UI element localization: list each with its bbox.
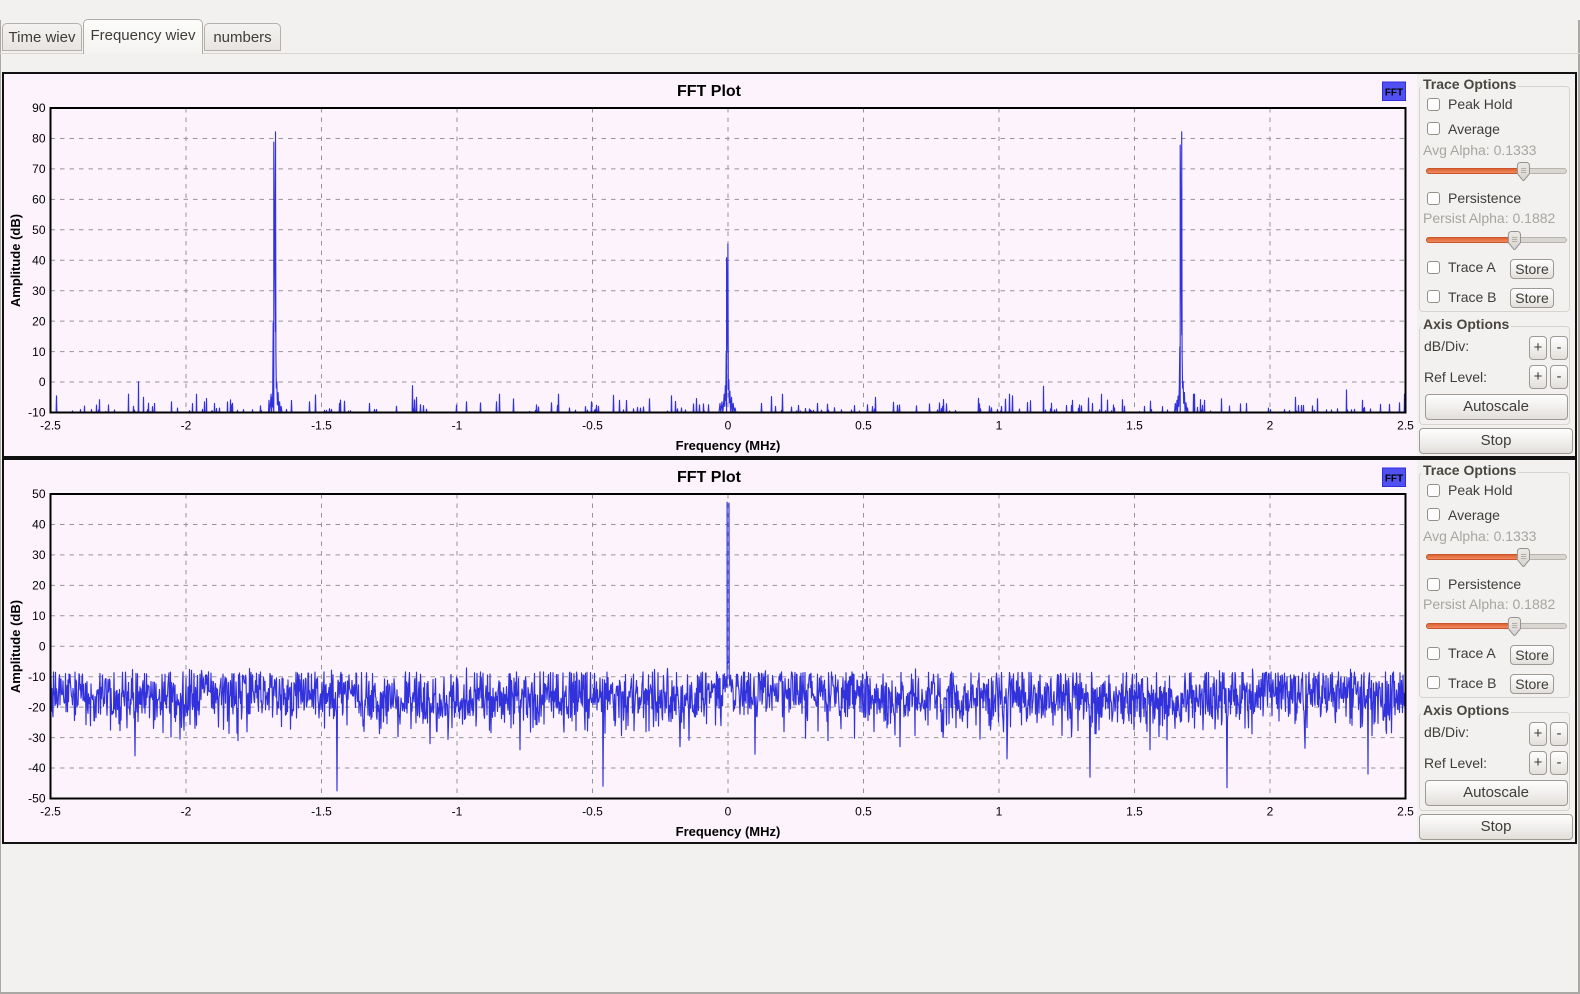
svg-text:-2.5: -2.5 <box>40 805 61 819</box>
svg-text:60: 60 <box>32 193 46 207</box>
svg-text:90: 90 <box>32 101 46 115</box>
svg-text:0.5: 0.5 <box>855 419 872 433</box>
svg-text:0: 0 <box>725 805 732 819</box>
svg-text:-2.5: -2.5 <box>40 419 61 433</box>
svg-text:70: 70 <box>32 162 46 176</box>
svg-text:-1: -1 <box>452 419 463 433</box>
svg-text:Amplitude (dB): Amplitude (dB) <box>8 600 23 693</box>
svg-text:0.5: 0.5 <box>855 805 872 819</box>
svg-text:2: 2 <box>1267 805 1274 819</box>
svg-text:30: 30 <box>32 284 46 298</box>
svg-text:Frequency (MHz): Frequency (MHz) <box>676 824 781 839</box>
svg-text:-2: -2 <box>181 419 192 433</box>
svg-text:Frequency (MHz): Frequency (MHz) <box>676 438 781 453</box>
svg-text:0: 0 <box>39 375 46 389</box>
svg-text:-30: -30 <box>28 731 46 745</box>
svg-text:FFT: FFT <box>1385 88 1403 99</box>
svg-text:FFT Plot: FFT Plot <box>677 469 742 486</box>
svg-text:10: 10 <box>32 609 46 623</box>
svg-text:-0.5: -0.5 <box>582 805 603 819</box>
svg-text:40: 40 <box>32 518 46 532</box>
svg-text:-1.5: -1.5 <box>311 805 332 819</box>
svg-text:2: 2 <box>1267 419 1274 433</box>
svg-text:10: 10 <box>32 345 46 359</box>
svg-text:Amplitude (dB): Amplitude (dB) <box>8 214 23 307</box>
svg-text:-1: -1 <box>452 805 463 819</box>
svg-text:-10: -10 <box>28 670 46 684</box>
svg-text:1.5: 1.5 <box>1126 805 1143 819</box>
svg-text:20: 20 <box>32 579 46 593</box>
svg-text:0: 0 <box>39 640 46 654</box>
svg-text:FFT Plot: FFT Plot <box>677 83 742 100</box>
svg-text:20: 20 <box>32 314 46 328</box>
svg-text:-20: -20 <box>28 700 46 714</box>
svg-text:50: 50 <box>32 487 46 501</box>
svg-text:FFT: FFT <box>1385 474 1403 485</box>
svg-text:30: 30 <box>32 548 46 562</box>
svg-text:50: 50 <box>32 223 46 237</box>
svg-text:2.5: 2.5 <box>1397 805 1414 819</box>
svg-text:0: 0 <box>725 419 732 433</box>
svg-text:1.5: 1.5 <box>1126 419 1143 433</box>
svg-text:80: 80 <box>32 132 46 146</box>
svg-text:1: 1 <box>996 419 1003 433</box>
svg-text:2.5: 2.5 <box>1397 419 1414 433</box>
svg-text:-40: -40 <box>28 761 46 775</box>
svg-text:1: 1 <box>996 805 1003 819</box>
svg-text:40: 40 <box>32 253 46 267</box>
svg-text:-0.5: -0.5 <box>582 419 603 433</box>
svg-text:-1.5: -1.5 <box>311 419 332 433</box>
svg-text:-2: -2 <box>181 805 192 819</box>
